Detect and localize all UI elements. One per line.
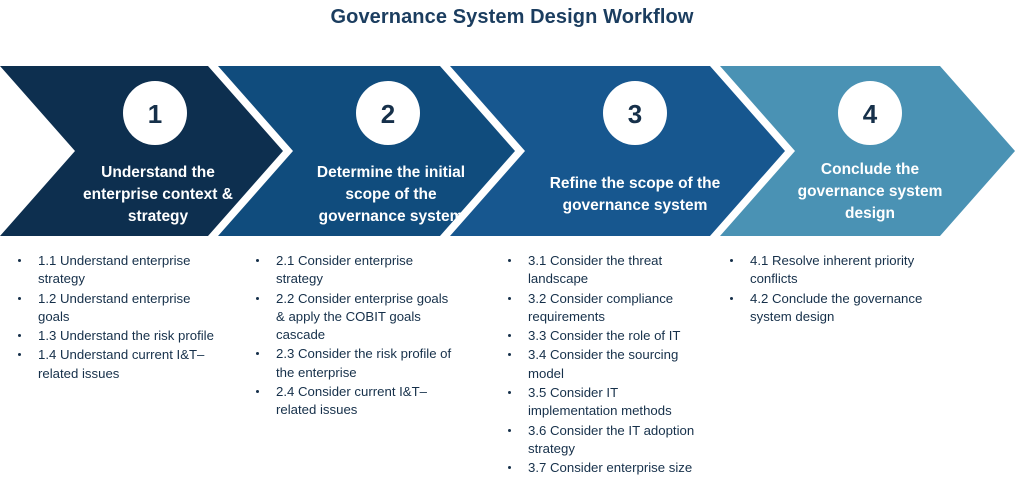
- step-title-4-line-3: design: [845, 205, 895, 222]
- list-item: 1.4 Understand current I&T–related issue…: [10, 346, 225, 383]
- bullet-list-step-3: 3.1 Consider the threat landscape 3.2 Co…: [500, 252, 705, 478]
- bullet-list-step-1: 1.1 Understand enterprise strategy 1.2 U…: [10, 252, 225, 383]
- list-item-label: 3.1 Consider the threat landscape: [528, 253, 663, 287]
- list-item: 3.5 Consider IT implementation methods: [500, 384, 705, 421]
- list-item-label: 3.2 Consider compliance requirements: [528, 290, 674, 324]
- list-item: 2.2 Consider enterprise goals & apply th…: [248, 290, 460, 345]
- list-item-label: 1.1 Understand enterprise strategy: [38, 253, 191, 287]
- bullet-dot-icon: [18, 353, 21, 357]
- list-item-label: 1.3 Understand the risk profile: [38, 328, 214, 344]
- list-item: 4.2 Conclude the governance system desig…: [722, 290, 952, 327]
- list-item: 3.4 Consider the sourcing model: [500, 346, 705, 383]
- bullet-dot-icon: [508, 259, 511, 262]
- list-item: 2.4 Consider current I&T–related issues: [248, 383, 460, 420]
- bullet-list-step-4: 4.1 Resolve inherent priority conflicts …: [722, 252, 952, 326]
- step-detail-columns: 1.1 Understand enterprise strategy 1.2 U…: [0, 252, 1024, 502]
- list-item: 3.7 Consider enterprise size: [500, 459, 705, 477]
- step-number-1: 1: [148, 99, 162, 129]
- list-item: 3.1 Consider the threat landscape: [500, 252, 705, 289]
- list-item-label: 3.3 Consider the role of IT: [528, 328, 681, 344]
- list-item-label: 3.5 Consider IT implementation methods: [528, 385, 672, 419]
- list-item-label: 2.2 Consider enterprise goals & apply th…: [276, 290, 449, 343]
- step-title-3-line-1: Refine the scope of the: [550, 175, 721, 192]
- bullet-dot-icon: [730, 296, 733, 300]
- list-item-label: 4.1 Resolve inherent priority conflicts: [750, 253, 915, 287]
- bullet-dot-icon: [508, 428, 511, 432]
- list-item-label: 3.4 Consider the sourcing model: [528, 347, 679, 381]
- list-item: 3.2 Consider compliance requirements: [500, 290, 705, 327]
- page-title: Governance System Design Workflow: [330, 6, 694, 28]
- bullet-dot-icon: [18, 334, 21, 338]
- step-title-2-line-2: scope of the: [345, 186, 437, 203]
- list-item: 3.6 Consider the IT adoption strategy: [500, 422, 705, 459]
- list-item-label: 3.6 Consider the IT adoption strategy: [528, 422, 695, 456]
- list-item-label: 2.4 Consider current I&T–related issues: [276, 384, 427, 418]
- bullet-dot-icon: [256, 296, 259, 300]
- workflow-chevron-band: 1 Understand the enterprise context & st…: [0, 66, 1024, 236]
- bullet-list-step-2: 2.1 Consider enterprise strategy 2.2 Con…: [248, 252, 460, 420]
- list-item-label: 4.2 Conclude the governance system desig…: [750, 290, 923, 324]
- list-item: 1.3 Understand the risk profile: [10, 327, 225, 345]
- list-item: 4.1 Resolve inherent priority conflicts: [722, 252, 952, 289]
- bullet-dot-icon: [256, 390, 259, 394]
- step-title-2-line-1: Determine the initial: [317, 164, 465, 181]
- list-item-label: 2.1 Consider enterprise strategy: [276, 253, 414, 287]
- list-item-label: 2.3 Consider the risk profile of the ent…: [276, 346, 452, 380]
- list-item-label: 1.4 Understand current I&T–related issue…: [38, 347, 205, 381]
- bullet-dot-icon: [508, 353, 511, 357]
- list-item: 3.3 Consider the role of IT: [500, 327, 705, 345]
- step-number-2: 2: [381, 99, 395, 129]
- step-number-4: 4: [863, 99, 878, 129]
- step-number-3: 3: [628, 99, 642, 129]
- step-title-2-line-3: governance system: [319, 208, 464, 225]
- bullet-dot-icon: [508, 296, 511, 300]
- bullet-dot-icon: [18, 259, 21, 262]
- step-title-3-line-2: governance system: [563, 197, 708, 214]
- step-title-1-line-2: enterprise context &: [83, 186, 233, 203]
- bullet-column-step-2: 2.1 Consider enterprise strategy 2.2 Con…: [248, 252, 460, 421]
- bullet-column-step-1: 1.1 Understand enterprise strategy 1.2 U…: [10, 252, 225, 384]
- bullet-dot-icon: [256, 259, 259, 262]
- list-item: 1.1 Understand enterprise strategy: [10, 252, 225, 289]
- step-title-4-line-1: Conclude the: [821, 161, 920, 178]
- bullet-dot-icon: [508, 466, 511, 470]
- bullet-dot-icon: [256, 352, 259, 356]
- bullet-column-step-4: 4.1 Resolve inherent priority conflicts …: [722, 252, 952, 327]
- list-item-label: 1.2 Understand enterprise goals: [38, 290, 191, 324]
- step-title-1-line-1: Understand the: [101, 164, 215, 181]
- bullet-dot-icon: [508, 391, 511, 395]
- bullet-dot-icon: [18, 296, 21, 300]
- list-item: 2.1 Consider enterprise strategy: [248, 252, 460, 289]
- step-title-4-line-2: governance system: [798, 183, 943, 200]
- list-item-label: 3.7 Consider enterprise size: [528, 460, 693, 476]
- list-item: 2.3 Consider the risk profile of the ent…: [248, 345, 460, 382]
- bullet-column-step-3: 3.1 Consider the threat landscape 3.2 Co…: [500, 252, 705, 479]
- bullet-dot-icon: [508, 334, 511, 338]
- bullet-dot-icon: [730, 259, 733, 262]
- list-item: 1.2 Understand enterprise goals: [10, 290, 225, 327]
- step-title-1-line-3: strategy: [128, 208, 189, 225]
